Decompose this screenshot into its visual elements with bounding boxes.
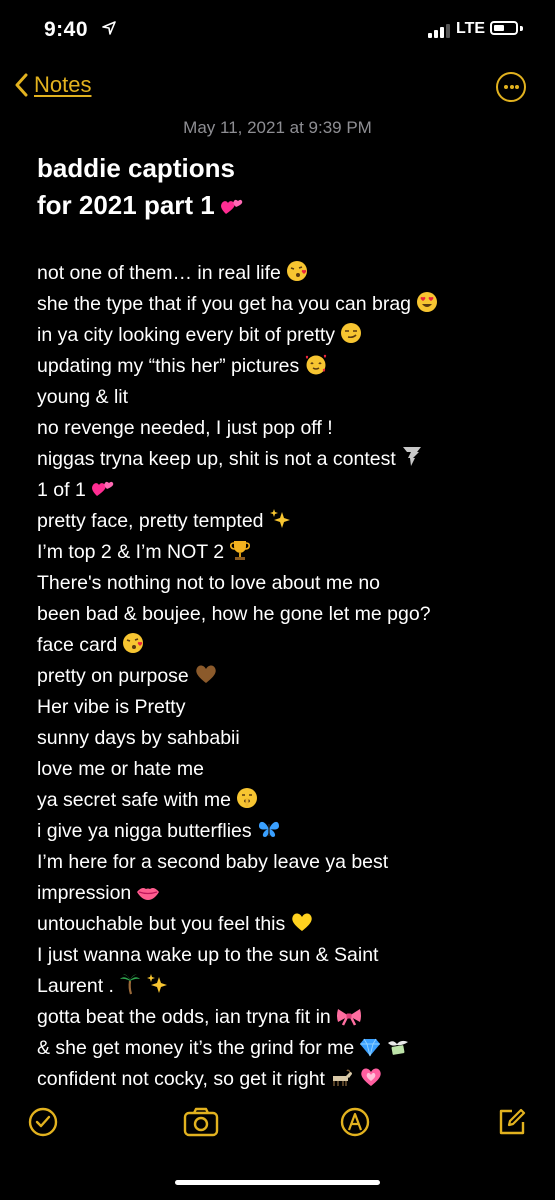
growing-heart-emoji-icon: [361, 1068, 381, 1086]
note-line: love me or hate me: [37, 758, 204, 780]
note-line: impression: [37, 878, 537, 909]
note-line: ya secret safe with me: [37, 785, 537, 816]
kissing-face-emoji-icon: [123, 633, 144, 653]
compose-icon: [499, 1108, 526, 1135]
sparkles-emoji-icon: [269, 509, 290, 528]
goat-emoji-icon: [332, 1069, 352, 1086]
heart-eyes-emoji-icon: [417, 292, 438, 312]
trophy-emoji-icon: [230, 541, 251, 560]
line-text: pretty face, pretty tempted: [37, 510, 264, 532]
note-line: no revenge needed, I just pop off !: [37, 417, 333, 439]
more-options-button[interactable]: [496, 72, 526, 102]
markup-icon: [340, 1107, 370, 1137]
note-line: Laurent .: [37, 971, 537, 1002]
note-line: gotta beat the odds, ian tryna fit in: [37, 1002, 537, 1033]
markup-button[interactable]: [339, 1106, 371, 1143]
note-line: young & lit: [37, 386, 129, 408]
line-text: untouchable but you feel this: [37, 913, 286, 935]
battery-tip: [520, 26, 523, 31]
line-text: I’m top 2 & I’m NOT 2: [37, 541, 225, 563]
note-line: pretty face, pretty tempted: [37, 506, 537, 537]
line-text: i give ya nigga butterflies: [37, 820, 252, 842]
two-hearts-emoji-icon: [91, 481, 114, 496]
battery-icon: [490, 21, 518, 35]
brown-heart-emoji-icon: [196, 665, 216, 683]
cellular-signal-icon: [428, 24, 450, 38]
note-line: in ya city looking every bit of pretty: [37, 320, 537, 351]
yellow-heart-emoji-icon: [292, 913, 312, 931]
location-arrow-icon: [102, 21, 116, 35]
smirk-emoji-icon: [341, 323, 362, 343]
note-line: sunny days by sahbabii: [37, 727, 240, 749]
money-with-wings-emoji-icon: [388, 1040, 409, 1055]
ellipsis-dot: [515, 85, 519, 89]
ellipsis-circle-icon: [504, 85, 508, 89]
gem-emoji-icon: [360, 1038, 381, 1057]
two-hearts-emoji-icon: [220, 199, 242, 214]
note-title[interactable]: baddie captions for 2021 part 1: [37, 150, 517, 224]
note-line: pretty on purpose: [37, 661, 537, 692]
smiling-face-hearts-emoji-icon: [306, 354, 327, 375]
line-text: in ya city looking every bit of pretty: [37, 324, 336, 346]
note-line: There's nothing not to love about me no: [37, 572, 381, 594]
title-line: for 2021 part 1: [37, 190, 215, 220]
note-line: not one of them… in real life: [37, 258, 537, 289]
note-line: i give ya nigga butterflies: [37, 816, 537, 847]
line-text: updating my “this her” pictures: [37, 355, 300, 377]
line-text: 1 of 1: [37, 479, 86, 501]
ellipsis-dot: [509, 85, 514, 89]
note-line: I’m top 2 & I’m NOT 2: [37, 537, 537, 568]
checklist-button[interactable]: [27, 1106, 59, 1143]
note-line: updating my “this her” pictures: [37, 351, 537, 382]
nav-bar: Notes: [0, 62, 555, 118]
note-line: I’m here for a second baby leave ya best: [37, 851, 389, 873]
line-text: & she get money it’s the grind for me: [37, 1037, 355, 1059]
note-line: I just wanna wake up to the sun & Saint: [37, 944, 379, 966]
back-label: Notes: [34, 72, 92, 97]
line-text: she the type that if you get ha you can …: [37, 293, 412, 315]
status-time: 9:40: [44, 18, 89, 41]
note-line: confident not cocky, so get it right: [37, 1064, 537, 1095]
status-bar: 9:40 LTE: [0, 0, 555, 62]
line-text: niggas tryna keep up, shit is not a cont…: [37, 448, 396, 470]
title-line-2: for 2021 part 1: [37, 187, 517, 224]
sparkles-emoji-icon: [146, 974, 167, 993]
note-line: untouchable but you feel this: [37, 909, 537, 940]
note-line: face card: [37, 630, 537, 661]
palm-tree-emoji-icon: [119, 974, 140, 995]
note-line: been bad & boujee, how he gone let me pg…: [37, 603, 431, 625]
line-text: gotta beat the odds, ian tryna fit in: [37, 1006, 331, 1028]
tornado-emoji-icon: [402, 447, 421, 466]
note-date: May 11, 2021 at 9:39 PM: [183, 118, 372, 137]
line-text: pretty on purpose: [37, 665, 189, 687]
title-line: baddie captions: [37, 153, 235, 183]
note-line: she the type that if you get ha you can …: [37, 289, 537, 320]
chevron-left-icon: [15, 73, 28, 97]
ribbon-emoji-icon: [336, 1009, 361, 1026]
camera-button[interactable]: [182, 1106, 220, 1143]
kissing-face-emoji-icon: [286, 261, 307, 281]
note-line: & she get money it’s the grind for me: [37, 1033, 537, 1064]
line-text: confident not cocky, so get it right: [37, 1068, 325, 1090]
note-line: Her vibe is Pretty: [37, 696, 186, 718]
lips-emoji-icon: [137, 888, 160, 900]
home-indicator: [175, 1180, 380, 1185]
bottom-toolbar: [0, 1106, 555, 1146]
line-text: impression: [37, 882, 132, 904]
note-line: 1 of 1: [37, 475, 537, 506]
checklist-icon: [28, 1107, 58, 1137]
line-text: not one of them… in real life: [37, 262, 281, 284]
note-body[interactable]: not one of them… in real life she the ty…: [37, 258, 537, 1095]
camera-icon: [183, 1107, 219, 1137]
line-text: ya secret safe with me: [37, 789, 231, 811]
line-text: Laurent .: [37, 975, 114, 997]
note-line: niggas tryna keep up, shit is not a cont…: [37, 444, 537, 475]
network-type: LTE: [456, 20, 486, 37]
shushing-face-emoji-icon: [237, 788, 257, 808]
back-button[interactable]: Notes: [14, 72, 91, 98]
butterfly-emoji-icon: [258, 821, 279, 837]
line-text: face card: [37, 634, 118, 656]
compose-button[interactable]: [496, 1106, 528, 1143]
